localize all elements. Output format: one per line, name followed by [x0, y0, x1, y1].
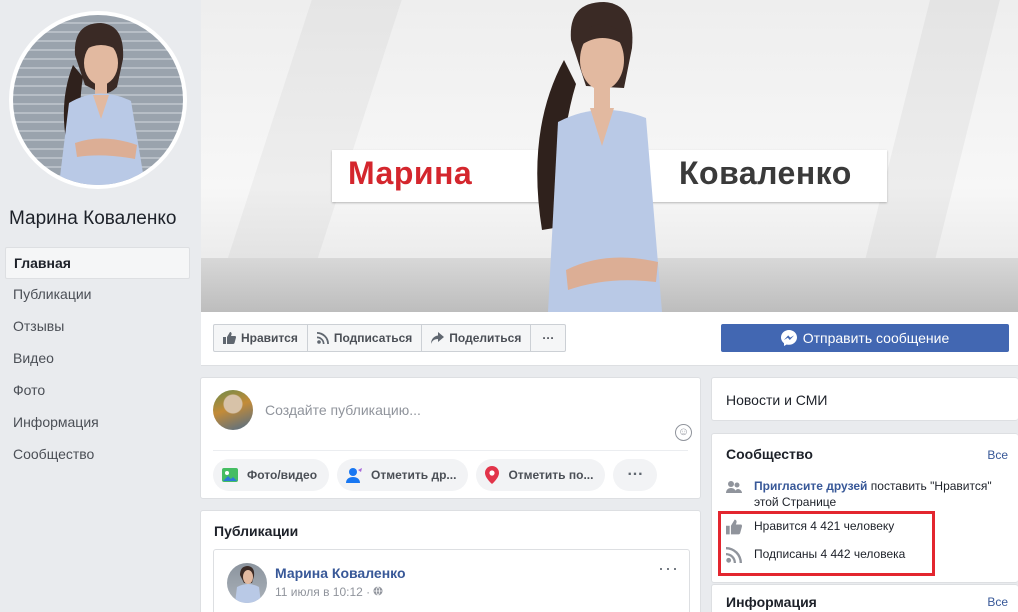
page-category[interactable]: Новости и СМИ — [726, 392, 827, 408]
community-title: Сообщество — [726, 446, 813, 462]
people-icon — [726, 481, 742, 493]
composer-input[interactable]: Создайте публикацию... — [265, 402, 421, 418]
follow-page-button[interactable]: Подписаться — [308, 325, 423, 351]
post-options-button[interactable]: ··· — [658, 558, 679, 579]
share-page-label: Поделиться — [449, 331, 522, 345]
emoji-icon[interactable]: ☺ — [675, 424, 692, 441]
invite-friends-link[interactable]: Пригласите друзей — [754, 479, 867, 493]
nav-item-photos[interactable]: Фото — [5, 375, 190, 407]
follow-page-label: Подписаться — [333, 331, 413, 345]
cover-person-illustration — [537, 2, 662, 312]
location-pin-icon — [485, 466, 500, 484]
tag-friends-button[interactable]: Отметить др... — [337, 459, 469, 491]
post-timestamp[interactable]: 11 июля в 10:12 · — [275, 585, 383, 599]
post-avatar-illustration — [235, 566, 261, 603]
page-name: Марина Коваленко — [9, 208, 177, 229]
info-card: Информация Все — [711, 584, 1018, 612]
post-time-text: 11 июля в 10:12 · — [275, 585, 374, 599]
community-see-all-link[interactable]: Все — [987, 448, 1008, 462]
page-action-bar: Нравится Подписаться Поделиться ··· Отпр… — [201, 312, 1018, 366]
messenger-icon — [780, 330, 797, 346]
page-actions: Нравится Подписаться Поделиться ··· — [213, 324, 567, 352]
stats-highlight-box — [718, 511, 935, 576]
nav-item-videos[interactable]: Видео — [5, 343, 190, 375]
cover-photo[interactable]: Марина Коваленко — [201, 0, 1018, 312]
publications-title: Публикации — [214, 523, 299, 539]
send-message-label: Отправить сообщение — [802, 330, 950, 346]
nav-item-home[interactable]: Главная — [5, 247, 190, 279]
rss-icon — [316, 332, 329, 344]
post-author-name[interactable]: Марина Коваленко — [275, 565, 406, 581]
composer-more-button[interactable]: ··· — [613, 459, 658, 491]
invite-friends-row: Пригласите друзей поставить "Нравится" э… — [726, 478, 1006, 510]
post-item: Марина Коваленко 11 июля в 10:12 · ··· — [213, 549, 690, 612]
globe-icon — [373, 586, 383, 596]
info-title: Информация — [726, 594, 817, 610]
info-see-all-link[interactable]: Все — [987, 595, 1008, 609]
check-in-label: Отметить по... — [508, 468, 594, 482]
composer-divider — [213, 450, 688, 451]
post-author-avatar[interactable] — [227, 563, 267, 603]
tag-friends-label: Отметить др... — [371, 468, 457, 482]
composer-actions: Фото/видео Отметить др... Отметить по...… — [213, 459, 658, 491]
profile-photo — [13, 15, 183, 185]
post-composer: Создайте публикацию... ☺ Фото/видео Отме… — [200, 377, 701, 499]
share-arrow-icon — [431, 332, 445, 344]
check-in-button[interactable]: Отметить по... — [476, 459, 606, 491]
tag-people-icon — [346, 468, 363, 483]
thumbs-up-icon — [223, 332, 236, 344]
page-category-card: Новости и СМИ — [711, 377, 1018, 421]
composer-avatar — [213, 390, 253, 430]
page-nav: Главная Публикации Отзывы Видео Фото Инф… — [5, 247, 190, 471]
left-column: Марина Коваленко Главная Публикации Отзы… — [0, 0, 200, 612]
profile-avatar[interactable] — [9, 11, 187, 189]
nav-item-about[interactable]: Информация — [5, 407, 190, 439]
invite-text-wrap: Пригласите друзей поставить "Нравится" э… — [754, 478, 1004, 510]
send-message-button[interactable]: Отправить сообщение — [721, 324, 1009, 352]
photo-video-label: Фото/видео — [247, 468, 318, 482]
nav-item-community[interactable]: Сообщество — [5, 439, 190, 471]
person-illustration — [59, 23, 145, 185]
photo-icon — [222, 468, 238, 482]
more-actions-button[interactable]: ··· — [531, 325, 565, 351]
cover-first-name: Марина — [348, 155, 473, 191]
publications-card: Публикации Марина Коваленко 11 июля в 10… — [200, 510, 701, 612]
like-page-button[interactable]: Нравится — [214, 325, 308, 351]
photo-video-button[interactable]: Фото/видео — [213, 459, 330, 491]
share-page-button[interactable]: Поделиться — [422, 325, 532, 351]
nav-item-posts[interactable]: Публикации — [5, 279, 190, 311]
nav-item-reviews[interactable]: Отзывы — [5, 311, 190, 343]
like-page-label: Нравится — [241, 331, 298, 345]
more-dots-icon: ··· — [542, 331, 555, 345]
